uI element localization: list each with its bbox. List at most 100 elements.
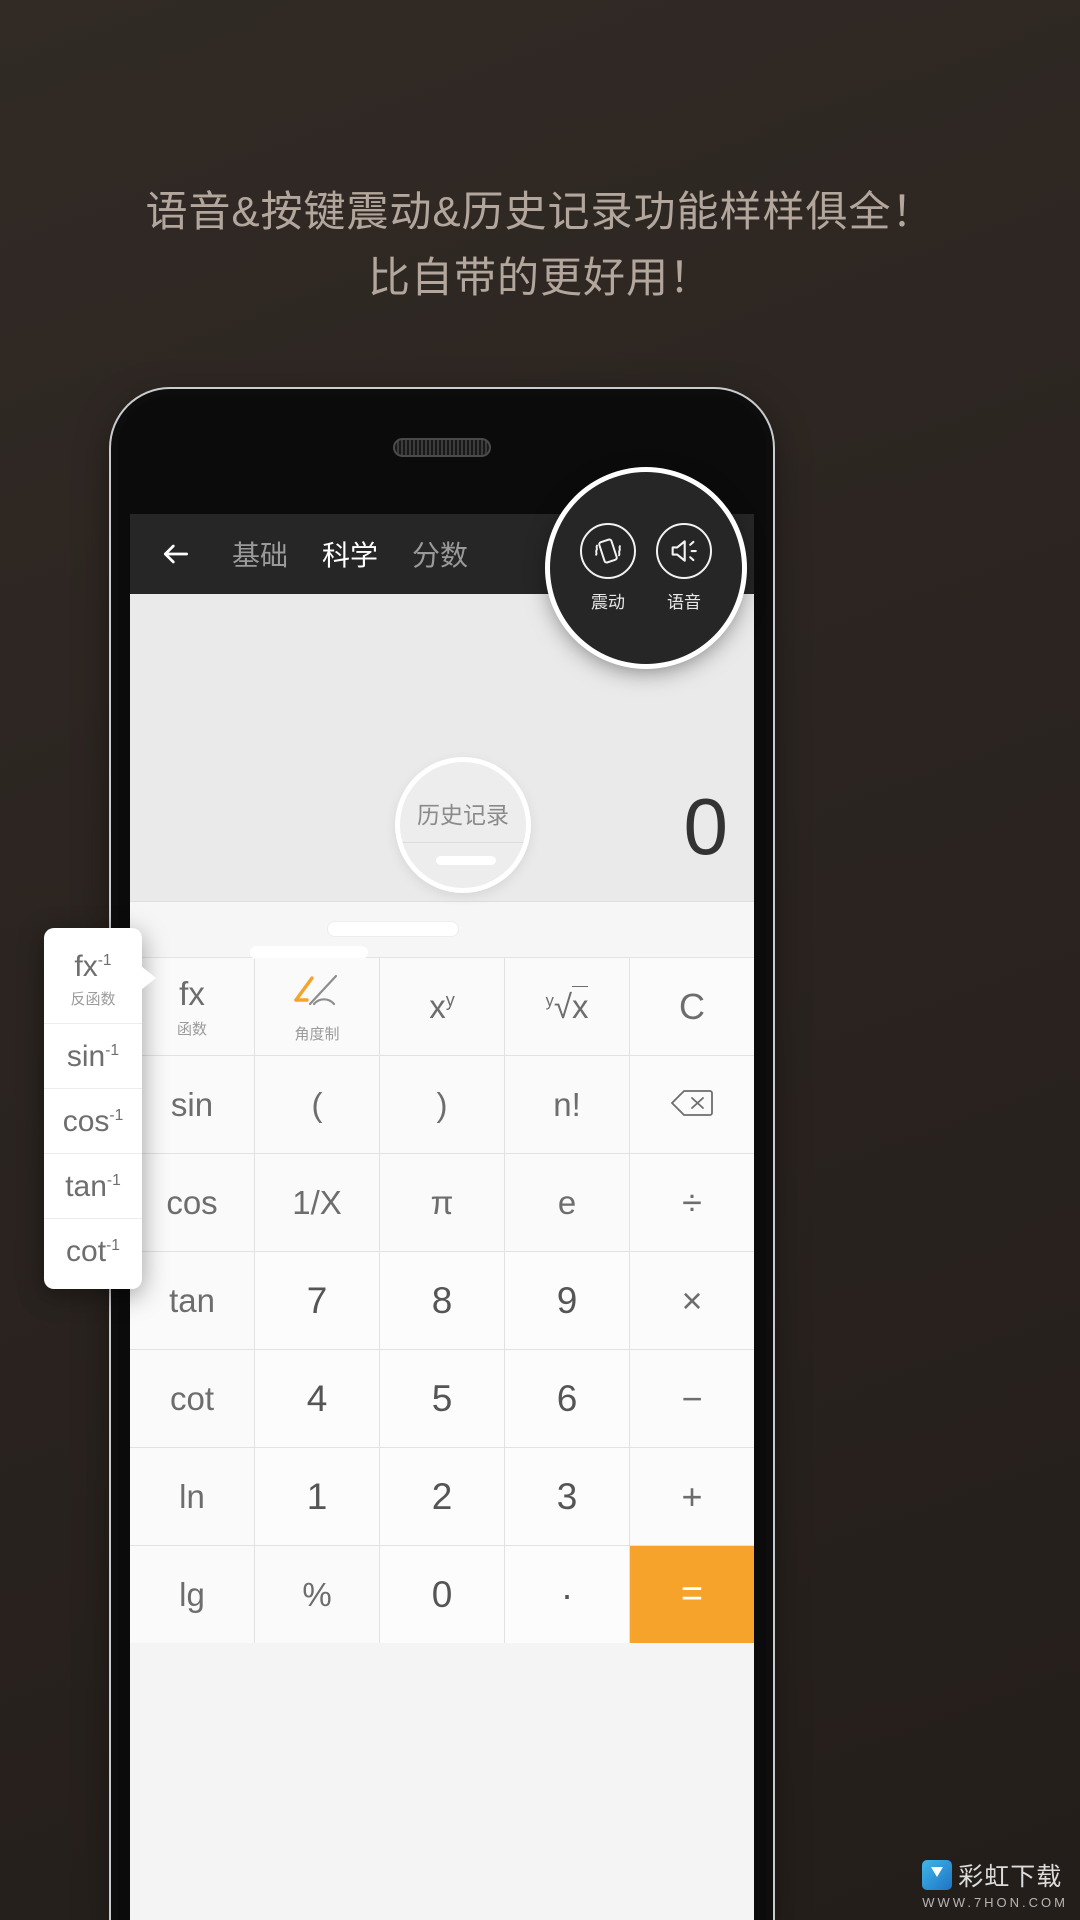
tab-fraction[interactable]: 分数 [412,534,468,574]
backspace-icon [670,1084,713,1125]
inverse-item-label: fx-1 [74,950,112,983]
key-label: 3 [556,1475,578,1517]
key-ln[interactable]: ln [130,1448,254,1545]
key-1-x[interactable]: 1/X [255,1154,379,1251]
key-label: ) [436,1085,448,1123]
key-2[interactable]: 2 [380,1448,504,1545]
key-label: 1/X [292,1183,342,1221]
key-label: × [681,1279,703,1321]
key-angle-mode[interactable]: 角度制 [255,958,379,1055]
key-label: + [681,1475,703,1517]
key-label: C [679,985,705,1027]
key-[interactable]: + [630,1448,754,1545]
back-arrow-icon[interactable] [154,532,198,576]
key-label: tan [169,1281,215,1319]
key-label: − [681,1377,703,1419]
watermark: 彩虹下载 WWW.7HON.COM [922,1857,1068,1910]
inverse-item-label: sin-1 [66,1040,120,1073]
key-c[interactable]: C [630,958,754,1055]
phone-earpiece [393,438,491,457]
key-label: cot [169,1379,215,1417]
inverse-item-sin[interactable]: sin-1 [44,1024,142,1089]
magnifier-history-inner: 历史记录 [400,762,526,888]
key-label: 7 [306,1279,328,1321]
key-1[interactable]: 1 [255,1448,379,1545]
key-x-y[interactable]: xy [380,958,504,1055]
key-label: 6 [556,1377,578,1419]
key-label: % [302,1575,332,1613]
inverse-item-tan[interactable]: tan-1 [44,1154,142,1219]
key-[interactable]: · [505,1546,629,1643]
tab-basic[interactable]: 基础 [232,534,288,574]
key-label: fx [179,974,205,1012]
key-label: ÷ [682,1181,702,1223]
key-label: ( [311,1085,323,1123]
key-label: 0 [431,1573,453,1615]
key-tan[interactable]: tan [130,1252,254,1349]
key-label: n! [553,1085,581,1123]
key-8[interactable]: 8 [380,1252,504,1349]
key-label [290,970,344,1018]
key-label: 8 [431,1279,453,1321]
key-label: sin [170,1085,214,1123]
voice-toggle[interactable]: 语音 [656,523,712,613]
key-n[interactable]: n! [505,1056,629,1153]
key-label: 4 [306,1377,328,1419]
vibrate-toggle[interactable]: 震动 [580,523,636,613]
key-[interactable]: × [630,1252,754,1349]
key-label: · [560,1573,574,1615]
key-label: cos [166,1183,218,1221]
key-0[interactable]: 0 [380,1546,504,1643]
key-[interactable]: ) [380,1056,504,1153]
vibrate-label: 震动 [591,593,625,612]
watermark-row: 彩虹下载 [922,1857,1068,1893]
key-cot[interactable]: cot [130,1350,254,1447]
watermark-name: 彩虹下载 [958,1863,1063,1891]
app-screen: 基础 科学 分数 0 fx 函数 角度制 xy y√x Csin () n! cos 1/X π e ÷… [130,514,754,1920]
key-sin[interactable]: sin [130,1056,254,1153]
inverse-item-fx[interactable]: fx-1 反函数 [44,934,142,1024]
key-sublabel: 函数 [176,1020,207,1038]
key-7[interactable]: 7 [255,1252,379,1349]
inverse-item-cot[interactable]: cot-1 [44,1219,142,1283]
speaker-icon [656,523,712,579]
key-[interactable]: ÷ [630,1154,754,1251]
promo-screenshot: 语音&按键震动&历史记录功能样样俱全！ 比自带的更好用！ 基础 科学 分数 0 … [0,0,1080,1920]
key-backspace[interactable] [630,1056,754,1153]
key-e[interactable]: e [505,1154,629,1251]
inverse-function-popup[interactable]: fx-1 反函数 sin-1 cos-1 tan-1 cot-1 [44,928,156,1289]
key-label: π [430,1183,454,1221]
key-lg[interactable]: lg [130,1546,254,1643]
key-[interactable]: − [630,1350,754,1447]
key-6[interactable]: 6 [505,1350,629,1447]
key-[interactable]: π [380,1154,504,1251]
key-4[interactable]: 4 [255,1350,379,1447]
magnifier-history: 历史记录 [400,762,526,888]
key-[interactable]: % [255,1546,379,1643]
key-label: 5 [431,1377,453,1419]
key-label: e [557,1183,577,1221]
history-row-placeholder [328,922,458,936]
tab-scientific[interactable]: 科学 [322,534,378,574]
key-label: 9 [556,1279,578,1321]
key-label: y√x [545,985,589,1025]
history-strip[interactable] [130,902,754,959]
key-label: lg [179,1575,205,1613]
key-label: ln [179,1477,205,1515]
key-5[interactable]: 5 [380,1350,504,1447]
key-label: = [680,1573,704,1615]
display-result: 0 [683,782,729,871]
inverse-item-label: cos-1 [62,1105,124,1138]
calculator-keypad: fx 函数 角度制 xy y√x Csin () n! cos 1/X π e ÷ tan 7 8 9 × cot 4… [130,958,754,1643]
key-label: xy [429,987,455,1025]
history-bar [436,856,496,865]
key-[interactable]: ( [255,1056,379,1153]
key-3[interactable]: 3 [505,1448,629,1545]
key-[interactable]: = [630,1546,754,1643]
download-icon [922,1860,953,1890]
key-cos[interactable]: cos [130,1154,254,1251]
inverse-item-cos[interactable]: cos-1 [44,1089,142,1154]
key-9[interactable]: 9 [505,1252,629,1349]
key-y-x[interactable]: y√x [505,958,629,1055]
voice-label: 语音 [667,593,701,612]
